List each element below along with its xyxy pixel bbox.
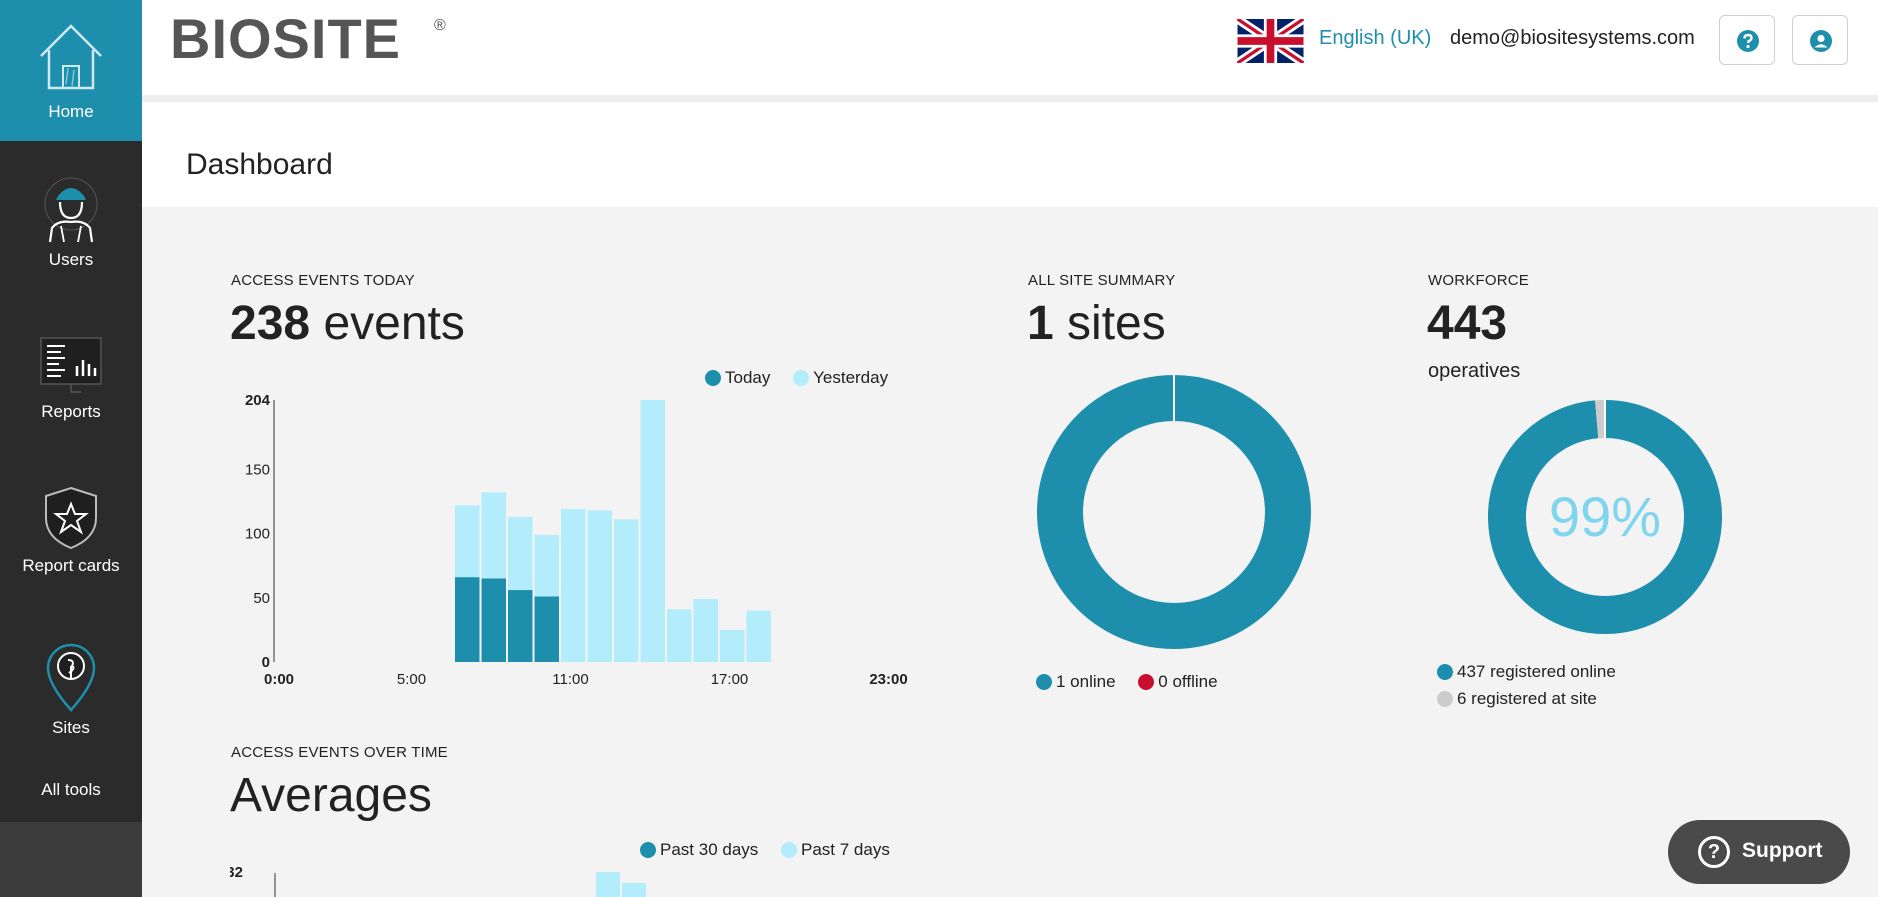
sidebar-item-sites[interactable]: Sites: [0, 638, 142, 738]
legend-dot: [1138, 674, 1155, 690]
bar-yesterday: [561, 509, 586, 662]
legend-dot: [781, 842, 798, 858]
bar-today: [508, 590, 533, 662]
y-tick-label: 150: [245, 461, 270, 478]
access-today-count: 238: [230, 297, 311, 350]
x-tick-label: 23:00: [869, 671, 907, 688]
uk-flag-icon[interactable]: [1237, 19, 1304, 63]
help-button[interactable]: [1719, 15, 1775, 65]
legend-dot: [1036, 674, 1052, 690]
workforce-percent: 99%: [1549, 485, 1661, 548]
sidebar-item-label: Report cards: [22, 556, 120, 575]
bar-today: [534, 596, 559, 662]
legend-label: 1 online: [1056, 672, 1116, 691]
sidebar-item-label: Users: [48, 250, 94, 269]
language-selector[interactable]: English (UK): [1319, 27, 1431, 50]
bar-yesterday: [693, 599, 718, 662]
site-count: 1: [1027, 297, 1054, 350]
legend-online: 1 online: [1036, 672, 1116, 692]
user-email: demo@biositesystems.com: [1450, 27, 1695, 49]
support-button[interactable]: ? Support: [1668, 820, 1850, 884]
workforce-legend: 437 registered online 6 registered at si…: [1437, 658, 1616, 712]
access-today-total: 238 events: [230, 296, 465, 351]
legend-registered-online: 437 registered online: [1437, 658, 1616, 685]
x-tick-label: 17:00: [711, 671, 749, 688]
x-tick-label: 11:00: [552, 671, 588, 688]
x-tick-label: 0:00: [264, 671, 294, 688]
y-tick-label: 100: [245, 526, 270, 543]
x-tick-label: 5:00: [397, 671, 426, 688]
sidebar-item-reports[interactable]: Reports: [0, 328, 142, 422]
bar-today: [455, 577, 480, 662]
top-header: BIOSITE ® English (UK) demo@biositesyste…: [142, 0, 1878, 95]
y-tick-label: 0: [262, 654, 270, 671]
bar-yesterday: [720, 629, 745, 662]
legend-label: 6 registered at site: [1457, 689, 1597, 708]
map-pin-icon: [46, 643, 96, 712]
user-circle-icon: [1810, 30, 1832, 52]
legend-label: 437 registered online: [1457, 662, 1616, 681]
workforce-count: 443: [1427, 297, 1508, 350]
bar-yesterday: [667, 609, 692, 662]
house-icon: [40, 24, 102, 90]
sidebar: Home Users Reports Report cards Sites Al…: [0, 0, 142, 897]
biosite-logo[interactable]: BIOSITE ®: [170, 8, 470, 68]
bar-yesterday: [746, 610, 771, 662]
legend-dot: [793, 370, 810, 386]
logo-text: BIOSITE: [170, 8, 401, 68]
account-button[interactable]: [1792, 15, 1848, 65]
sidebar-all-tools[interactable]: All tools: [0, 780, 142, 800]
averages-y-max-label: 232: [230, 864, 243, 881]
sidebar-item-label: Sites: [52, 718, 90, 737]
sidebar-item-report-cards[interactable]: Report cards: [0, 484, 142, 576]
sidebar-item-users[interactable]: Users: [0, 176, 142, 270]
access-today-caption: ACCESS EVENTS TODAY: [231, 272, 415, 289]
access-today-unit: events: [323, 297, 465, 350]
site-summary-total: 1 sites: [1027, 296, 1166, 351]
legend-label: 0 offline: [1158, 672, 1218, 691]
sidebar-item-label: Home: [48, 102, 94, 121]
bar-yesterday: [640, 400, 665, 662]
bar-yesterday: [587, 510, 612, 662]
header-separator: [142, 95, 1878, 102]
donut-slice: [1037, 375, 1311, 649]
sidebar-item-label: Reports: [41, 402, 101, 421]
legend-registered-site: 6 registered at site: [1437, 685, 1616, 712]
title-band: Dashboard: [142, 102, 1878, 207]
reports-icon: [40, 337, 102, 393]
legend-dot: [1437, 691, 1453, 707]
site-summary-legend: 1 online 0 offline: [1036, 672, 1236, 692]
sidebar-footer: [0, 822, 142, 897]
workforce-total: 443: [1427, 296, 1507, 351]
averages-bar: [622, 883, 646, 897]
workforce-donut: 99%: [1488, 400, 1722, 634]
access-events-bar-chart: 0 50 100 150 204 0:00 5:00 11:00 17:00 23:00: [245, 392, 908, 688]
averages-caption: ACCESS EVENTS OVER TIME: [231, 744, 448, 761]
support-label: Support: [1742, 839, 1823, 862]
question-circle-icon: [1737, 30, 1759, 52]
legend-offline: 0 offline: [1138, 672, 1218, 692]
workforce-unit: operatives: [1428, 360, 1521, 382]
averages-title: Averages: [230, 769, 432, 822]
logo-mark: ®: [434, 17, 446, 34]
page-title: Dashboard: [186, 148, 333, 181]
legend-dot: [705, 370, 721, 386]
averages-chart: 232: [230, 864, 646, 897]
y-tick-label: 204: [245, 392, 271, 409]
site-summary-donut: [1037, 375, 1311, 649]
shield-star-icon: [45, 486, 97, 550]
legend-label: Past 7 days: [801, 840, 890, 859]
question-icon: ?: [1698, 836, 1730, 868]
bar-yesterday: [614, 519, 639, 662]
sidebar-item-home[interactable]: Home: [0, 20, 142, 122]
legend-dot: [1437, 664, 1453, 680]
bar-today: [481, 578, 506, 662]
averages-bar: [596, 872, 620, 897]
site-summary-caption: ALL SITE SUMMARY: [1028, 272, 1176, 289]
worker-icon: [44, 177, 98, 243]
site-unit: sites: [1067, 297, 1166, 350]
y-tick-label: 50: [253, 590, 270, 607]
legend-past-7: Past 7 days: [781, 840, 890, 860]
workforce-caption: WORKFORCE: [1428, 272, 1529, 289]
